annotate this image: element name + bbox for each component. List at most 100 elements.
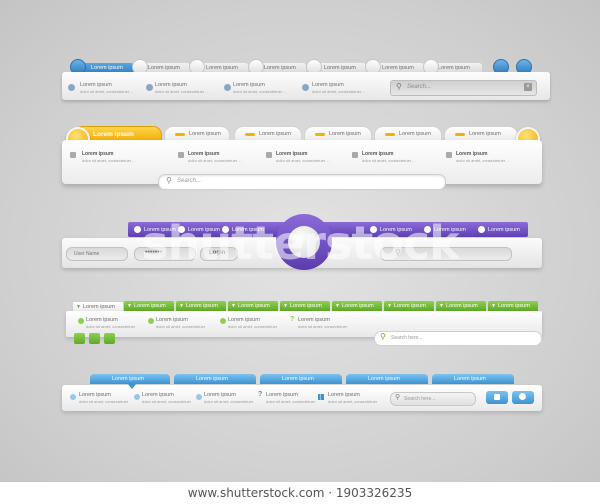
tab-label: Lorem ipsum	[446, 303, 478, 309]
tab-2[interactable]: ▼ Lorem ipsum	[124, 301, 174, 311]
tab-label: Lorem ipsum	[469, 131, 501, 137]
tab-6[interactable]: ▼ Lorem ipsum	[332, 301, 382, 311]
search-input[interactable]: ⚲ Search... ×	[390, 80, 537, 96]
item-desc: dolor sit amet, consectetuer	[86, 324, 136, 329]
home-icon[interactable]	[74, 333, 85, 344]
item-title: Lorem ipsum	[142, 392, 174, 398]
tab-4[interactable]: Lorem ipsum	[346, 374, 428, 384]
tab-label: Lorem ipsum	[206, 65, 238, 71]
item-title: Lorem ipsum	[312, 82, 344, 88]
search-input[interactable]: ⚲ Search...	[158, 174, 446, 190]
item-desc: dolor sit amet, consectetuer	[266, 399, 316, 404]
tab-label: Lorem ipsum	[329, 131, 361, 137]
tab-label: Lorem ipsum	[112, 376, 144, 382]
arrow-icon	[446, 152, 452, 158]
tab-label: Lorem ipsum	[148, 65, 180, 71]
item-desc: dolor sit amet, consectetuer ...	[188, 158, 242, 163]
search-icon: ⚲	[396, 82, 402, 91]
settings-icon	[220, 318, 226, 324]
item-desc: dolor sit amet, consectetuer ...	[362, 158, 416, 163]
tab-label: Lorem ipsum	[382, 65, 414, 71]
tab-3[interactable]: ▼ Lorem ipsum	[176, 301, 226, 311]
tab-label: Lorem ipsum	[134, 303, 166, 309]
tab-marker	[315, 133, 325, 136]
tab-1[interactable]: Lorem ipsum	[90, 374, 170, 384]
item-desc: dolor sit amet, consectetuer ...	[276, 158, 330, 163]
globe-icon	[70, 394, 76, 400]
watermark: shutterstock	[141, 216, 460, 270]
item-title: Lorem ipsum	[276, 151, 308, 157]
tab-label: Lorem ipsum	[438, 65, 470, 71]
item-desc: dolor sit amet, consectetuer	[156, 324, 206, 329]
tab-label: Lorem ipsum	[91, 65, 123, 71]
item-title: Lorem ipsum	[456, 151, 488, 157]
arrow-icon	[178, 152, 184, 158]
tab-marker	[385, 133, 395, 136]
lock-icon	[494, 394, 500, 400]
help-icon: ?	[258, 391, 263, 398]
item-title: Lorem ipsum	[156, 317, 188, 323]
tab-3[interactable]: Lorem ipsum	[260, 374, 342, 384]
item-desc: dolor sit amet, consectetuer ...	[82, 158, 136, 163]
search-input[interactable]: ⚲ Search here...	[374, 331, 542, 346]
item-desc: dolor sit amet, consectetuer ...	[155, 89, 209, 94]
active-pointer	[128, 384, 136, 389]
item-title: Lorem ipsum	[204, 392, 236, 398]
tab-8[interactable]: ▼ Lorem ipsum	[436, 301, 486, 311]
chevron-down-icon: ▼	[127, 303, 132, 309]
item-desc: dolor sit amet, consectetuer	[79, 399, 129, 404]
item-title: Lorem ipsum	[155, 82, 187, 88]
tab-label: Lorem ipsum	[196, 376, 228, 382]
item-title: Lorem ipsum	[82, 151, 114, 157]
tab-label: Lorem ipsum	[368, 376, 400, 382]
item-title: Lorem ipsum	[362, 151, 394, 157]
search-input[interactable]: ⚲ Search here...	[390, 392, 476, 406]
settings-icon	[196, 394, 202, 400]
arrow-icon	[70, 152, 76, 158]
search-placeholder: Search...	[407, 84, 432, 90]
account-button[interactable]	[512, 391, 534, 404]
footer-text: www.shutterstock.com · 1903326235	[187, 486, 413, 500]
item-desc: dolor sit amet, consectetuer	[204, 399, 254, 404]
tab-label: Lorem ipsum	[93, 131, 134, 138]
tab-4[interactable]: ▼ Lorem ipsum	[228, 301, 278, 311]
tab-label: Lorem ipsum	[186, 303, 218, 309]
item-desc: dolor sit amet, consectetuer ...	[233, 89, 287, 94]
tab-label: Lorem ipsum	[83, 304, 115, 310]
item-desc: dolor sit amet, consectetuer ...	[312, 89, 366, 94]
close-icon[interactable]: ×	[524, 83, 532, 91]
chevron-down-icon: ▼	[179, 303, 184, 309]
tab-marker	[455, 133, 465, 136]
tab-5[interactable]: ▼ Lorem ipsum	[280, 301, 330, 311]
tab-label: Lorem ipsum	[399, 131, 431, 137]
chart-icon	[318, 394, 324, 400]
users-icon[interactable]	[104, 333, 115, 344]
lock-button[interactable]	[486, 391, 508, 404]
tab-5[interactable]: Lorem ipsum	[432, 374, 514, 384]
chevron-down-icon: ▼	[231, 303, 236, 309]
search-placeholder: Search here...	[404, 396, 436, 402]
search-icon: ⚲	[380, 332, 386, 341]
item-title: Lorem ipsum	[80, 82, 112, 88]
info-icon	[134, 394, 140, 400]
search-placeholder: Search...	[177, 178, 202, 184]
download-icon[interactable]	[89, 333, 100, 344]
item-title: Lorem ipsum	[233, 82, 265, 88]
chevron-down-icon: ▼	[335, 303, 340, 309]
tab-label: Lorem ipsum	[238, 303, 270, 309]
tab-2[interactable]: Lorem ipsum	[174, 374, 256, 384]
tab-label: Lorem ipsum	[264, 65, 296, 71]
tab-label: Lorem ipsum	[259, 131, 291, 137]
chevron-down-icon: ▼	[76, 304, 81, 310]
bullet-icon	[302, 84, 309, 91]
tab-9[interactable]: ▼ Lorem ipsum	[488, 301, 538, 311]
item-title: Lorem ipsum	[298, 317, 330, 323]
item-title: Lorem ipsum	[86, 317, 118, 323]
tab-label: Lorem ipsum	[324, 65, 356, 71]
chevron-down-icon: ▼	[283, 303, 288, 309]
bullet-icon	[68, 84, 75, 91]
item-desc: dolor sit amet, consectetuer	[328, 399, 378, 404]
search-placeholder: Search here...	[391, 335, 423, 341]
tab-7[interactable]: ▼ Lorem ipsum	[384, 301, 434, 311]
item-title: Lorem ipsum	[228, 317, 260, 323]
